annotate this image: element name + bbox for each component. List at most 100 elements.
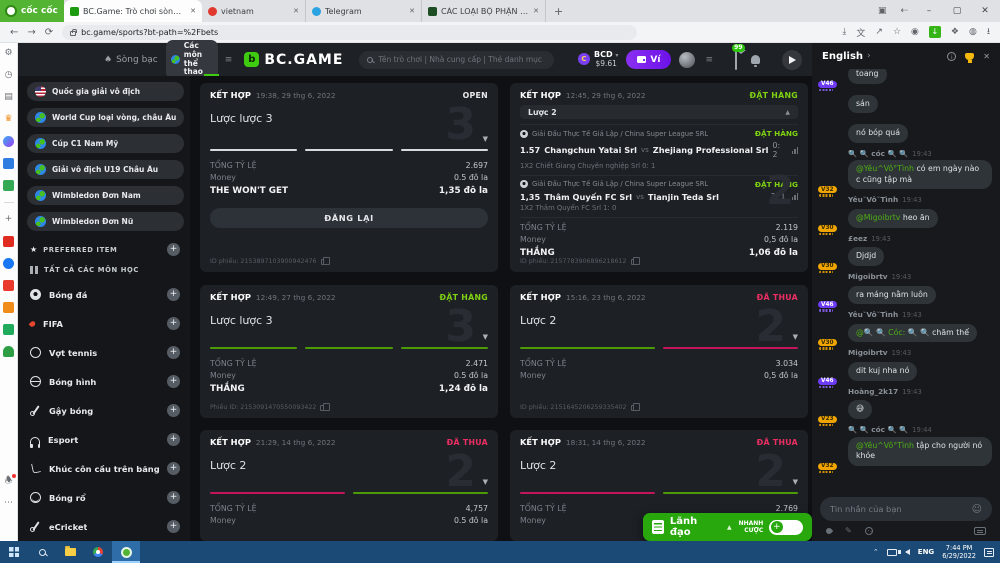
translate-icon[interactable]: 文 [856, 26, 865, 39]
user-avatar[interactable] [679, 52, 695, 68]
sidebar-item-shape-ball[interactable]: Bóng hình [30, 367, 180, 396]
chart-icon[interactable] [3, 158, 14, 169]
copy-icon[interactable] [320, 405, 325, 411]
url-field[interactable]: bc.game/sports?bt-path=%2Fbets [62, 25, 637, 40]
search-input[interactable] [378, 55, 546, 64]
window-maximize-button[interactable] [950, 6, 964, 16]
rebet-button[interactable]: ĐĂNG LẠI [210, 208, 488, 228]
chat-toggle-button[interactable] [782, 50, 802, 70]
sidebar-item-copa-libertadores[interactable]: Cúp C1 Nam Mỹ [27, 134, 184, 153]
expand-ice-hockey-button[interactable] [167, 462, 180, 475]
expand-esport-button[interactable] [167, 433, 180, 446]
sidebar-item-league-championship[interactable]: Quốc gia giải vô địch [27, 82, 184, 101]
coccoc-brand-button[interactable]: cốc cốc [0, 0, 64, 22]
expand-caret-icon[interactable] [793, 478, 798, 486]
tab-sports-parts[interactable]: CÁC LOẠI BỘ PHẬN THỂ TH [422, 0, 546, 22]
network-icon[interactable] [887, 549, 897, 556]
gif-keyboard-icon[interactable] [974, 527, 986, 535]
taskbar-search-button[interactable] [28, 541, 56, 563]
bell-icon[interactable]: 🕭 [3, 476, 14, 487]
file-explorer-button[interactable] [56, 541, 84, 563]
sheets-icon[interactable] [3, 324, 14, 335]
search-bar[interactable] [359, 51, 554, 69]
coccoc-button[interactable] [112, 541, 140, 563]
messenger-icon[interactable] [3, 136, 14, 147]
emoji-picker-icon[interactable]: ☺ [972, 504, 982, 515]
sidebar-item-tennis[interactable]: Vợt tennis [30, 338, 180, 367]
action-center-icon[interactable] [984, 548, 994, 557]
rain-icon[interactable] [825, 526, 833, 534]
expand-shape-ball-button[interactable] [167, 375, 180, 388]
facebook-icon[interactable] [3, 258, 14, 269]
hamburger-icon[interactable] [225, 55, 233, 65]
clock[interactable]: 7:44 PM6/29/2022 [942, 544, 976, 560]
shield-icon[interactable]: ◉ [911, 27, 919, 37]
sidebar-item-wimbledon-men[interactable]: Wimbledon Đơn Nam [27, 186, 184, 205]
tab-close-icon[interactable] [533, 7, 539, 15]
chat-input[interactable]: ☺ [820, 497, 992, 521]
expand-ecricket-button[interactable] [167, 520, 180, 533]
back-icon[interactable]: ← [10, 27, 18, 38]
bcgame-logo[interactable]: b BC.GAME [244, 52, 343, 68]
copy-icon[interactable] [631, 259, 636, 265]
info-icon[interactable] [947, 52, 956, 61]
nav-sports[interactable]: Các môn thể thao [166, 40, 218, 79]
sidebar-item-ice-hockey[interactable]: Khúc côn cầu trên băng [30, 454, 180, 483]
combo-collapse-bar[interactable]: Lược 2 [520, 105, 798, 119]
expand-caret-icon[interactable] [483, 478, 488, 486]
expand-soccer-button[interactable] [167, 288, 180, 301]
cookie-icon[interactable] [865, 527, 873, 535]
sidebar-item-esport[interactable]: Esport [30, 425, 180, 454]
tab-close-icon[interactable] [293, 7, 299, 15]
reader-mode-icon[interactable]: ▣ [878, 6, 887, 16]
window-minimize-button[interactable] [922, 6, 936, 16]
sidebar-item-basketball[interactable]: Bóng rổ [30, 483, 180, 512]
youtube-icon[interactable] [3, 236, 14, 247]
new-tab-button[interactable] [554, 5, 563, 18]
nav-casino[interactable]: ♠ Sòng bạc [104, 55, 158, 65]
add-icon[interactable]: + [3, 214, 14, 225]
inbox-button[interactable]: 99 [735, 50, 737, 69]
expand-basketball-button[interactable] [167, 491, 180, 504]
chat-language[interactable]: English [822, 51, 863, 62]
save-page-icon[interactable]: ⤓ [842, 27, 846, 37]
leaderboard-button[interactable]: Lãnh đạo [670, 516, 721, 538]
games-icon[interactable] [3, 180, 14, 191]
tray-expand-icon[interactable] [873, 548, 879, 556]
account-menu-icon[interactable] [705, 55, 713, 65]
reload-icon[interactable]: ⟳ [45, 27, 53, 38]
chrome-button[interactable] [84, 541, 112, 563]
chat-message-input[interactable] [830, 504, 972, 514]
copy-icon[interactable] [321, 259, 326, 265]
window-close-button[interactable] [978, 6, 992, 16]
more-icon[interactable]: ⋯ [3, 498, 14, 509]
copy-icon[interactable] [631, 405, 636, 411]
tab-bcgame[interactable]: BC.Game: Trò chơi sòng bạc [64, 0, 202, 22]
trophy-icon[interactable] [965, 53, 974, 60]
expand-caret-icon[interactable] [793, 333, 798, 341]
sidebar-item-u19-championship[interactable]: Giải vô địch U19 Châu Âu [27, 160, 184, 179]
back-sync-icon[interactable]: ⇠ [900, 6, 908, 16]
expand-baseball-button[interactable] [167, 404, 180, 417]
cart-icon[interactable] [3, 302, 14, 313]
start-button[interactable] [0, 541, 28, 563]
education-icon[interactable] [3, 346, 14, 357]
downloads-tray-icon[interactable]: ⭳ [987, 24, 990, 40]
volume-icon[interactable] [905, 549, 910, 555]
rules-icon[interactable]: ✎ [845, 526, 852, 535]
expand-fifa-button[interactable] [167, 317, 180, 330]
quick-bet-toggle[interactable] [769, 520, 803, 535]
sidebar-item-fifa[interactable]: FIFA [30, 309, 180, 338]
close-chat-icon[interactable] [983, 52, 990, 61]
share-icon[interactable]: ↗ [875, 27, 883, 37]
language-indicator[interactable]: ENG [918, 548, 934, 556]
crown-icon[interactable]: ♛ [3, 114, 14, 125]
stats-icon[interactable] [792, 147, 799, 154]
add-preferred-button[interactable] [167, 243, 180, 256]
expand-tennis-button[interactable] [167, 346, 180, 359]
history-icon[interactable]: ◷ [3, 70, 14, 81]
currency-selector[interactable]: C BCD ▾ $9.61 [578, 50, 618, 69]
sidebar-item-baseball[interactable]: Gậy bóng [30, 396, 180, 425]
gear-icon[interactable]: ⚙ [3, 48, 14, 59]
tab-vietnam[interactable]: vietnam [202, 0, 306, 22]
